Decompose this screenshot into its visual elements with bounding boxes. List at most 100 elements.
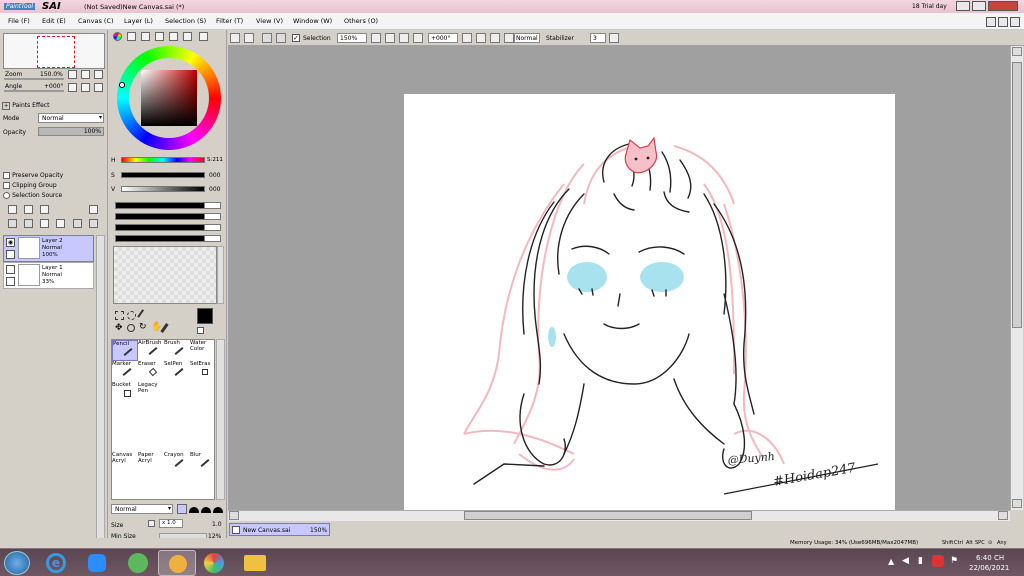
volume-icon[interactable]: ◀	[902, 556, 909, 566]
rotate-left-button[interactable]	[68, 83, 77, 92]
close-button[interactable]	[988, 1, 1018, 11]
doc-minimize-button[interactable]	[986, 17, 996, 27]
brush-shape-flat[interactable]	[177, 504, 187, 514]
palette-mode-icon[interactable]	[155, 32, 164, 41]
show-hidden-icons-icon[interactable]: ▲	[888, 557, 894, 566]
tool-selpen[interactable]: SelPen	[164, 361, 190, 382]
file-explorer-icon[interactable]	[244, 555, 266, 571]
tool-paper-acryl[interactable]: Paper Acryl	[138, 452, 164, 473]
zoom-app-icon[interactable]	[88, 554, 106, 572]
vertical-scroll-thumb[interactable]	[1012, 62, 1022, 328]
angle-slider[interactable]	[4, 90, 64, 92]
horizontal-scroll-thumb[interactable]	[464, 511, 752, 520]
flip-icon[interactable]	[504, 33, 514, 43]
stabilizer-select[interactable]: 3	[590, 33, 606, 43]
toolbar-zoom-select[interactable]: 150%	[337, 33, 367, 43]
toolbar-mode-select[interactable]: Normal	[514, 33, 540, 43]
clipping-group-checkbox[interactable]: Clipping Group	[3, 181, 103, 190]
rotate-left-toolbar-icon[interactable]	[462, 33, 472, 43]
menu-others[interactable]: Others (O)	[344, 17, 378, 25]
brush-shape-round-1[interactable]	[189, 507, 199, 513]
magic-wand-icon[interactable]	[137, 309, 150, 322]
hue-slider[interactable]	[121, 157, 205, 163]
paints-effect-header[interactable]: + Paints Effect	[2, 101, 106, 110]
clock-date[interactable]: 22/06/2021	[969, 564, 1009, 572]
tool-pencil[interactable]: Pencil	[112, 340, 138, 361]
layer-opacity-slider[interactable]: 100%	[38, 127, 104, 136]
tool-legacy-pen[interactable]: Legacy Pen	[138, 382, 164, 403]
brush-shape-round-2[interactable]	[201, 507, 211, 513]
move-icon[interactable]: ✥	[115, 324, 123, 333]
toolbar-angle-select[interactable]: +000°	[428, 33, 458, 43]
scroll-down-arrow[interactable]	[1012, 499, 1022, 508]
eye-icon[interactable]: ◉	[6, 238, 15, 247]
saturation-value-square[interactable]	[141, 70, 197, 126]
drawing-canvas[interactable]: @Duynh #Hoidap247	[404, 94, 895, 510]
layer-list-empty-area[interactable]	[3, 290, 94, 546]
zoom-reset-button[interactable]	[94, 70, 103, 79]
zoom-fit-toolbar-icon[interactable]	[399, 33, 409, 43]
primary-color-swatch[interactable]	[197, 308, 213, 324]
zoom-out-button[interactable]	[68, 70, 77, 79]
menu-view[interactable]: View (V)	[256, 17, 283, 25]
rotate-right-button[interactable]	[81, 83, 90, 92]
size-multiplier-select[interactable]: x 1.0	[159, 519, 183, 528]
painttool-sai-taskbar-icon[interactable]	[158, 550, 196, 576]
scroll-up-arrow[interactable]	[1012, 47, 1022, 56]
visibility-toggle[interactable]	[6, 265, 15, 274]
new-linework-layer-icon[interactable]	[24, 205, 33, 214]
scroll-left-arrow[interactable]	[229, 511, 239, 520]
gradient-slider-4[interactable]	[115, 235, 221, 242]
tool-blur[interactable]: Blur	[190, 452, 216, 473]
undo-icon[interactable]	[230, 33, 240, 43]
menu-file[interactable]: File (F)	[8, 17, 30, 25]
tool-watercolor[interactable]: Water Color	[190, 340, 216, 361]
menu-layer[interactable]: Layer (L)	[124, 17, 153, 25]
clock-time[interactable]: 6:40 CH	[976, 554, 1004, 562]
tool-marker[interactable]: Marker	[112, 361, 138, 382]
show-selection-checkbox[interactable]: ✓	[292, 34, 300, 42]
zoom-out-toolbar-icon[interactable]	[371, 33, 381, 43]
hue-cursor[interactable]	[119, 82, 125, 88]
tool-brush[interactable]: Brush	[164, 340, 190, 361]
tool-seleras[interactable]: SelEras	[190, 361, 216, 382]
blend-mode-select[interactable]: Normal ▾	[111, 504, 173, 514]
zoom-icon[interactable]	[127, 324, 135, 332]
minimize-button[interactable]	[956, 1, 970, 11]
paint-app-icon[interactable]	[204, 553, 224, 573]
gradient-slider-1[interactable]	[115, 202, 221, 209]
canvas-tab[interactable]: New Canvas.sai 150%	[229, 523, 330, 536]
doc-restore-button[interactable]	[998, 17, 1008, 27]
redo-icon[interactable]	[244, 33, 254, 43]
brush-shape-round-3[interactable]	[213, 507, 223, 513]
doc-close-button[interactable]	[1010, 17, 1020, 27]
vivaldi-tray-icon[interactable]	[932, 555, 944, 567]
tool-bucket[interactable]: Bucket	[112, 382, 138, 403]
merge-down-icon[interactable]	[24, 219, 33, 228]
rotate-right-toolbar-icon[interactable]	[476, 33, 486, 43]
internet-explorer-icon[interactable]: e	[46, 553, 66, 573]
copy-layer-icon[interactable]	[8, 219, 17, 228]
layer-scrollbar[interactable]	[96, 235, 105, 546]
layer-mode-select[interactable]: Normal ▾	[38, 113, 104, 123]
zoom-slider[interactable]	[4, 78, 64, 80]
tool-eraser[interactable]: Eraser	[138, 361, 164, 382]
scratch-pad-scrollbar[interactable]	[217, 246, 224, 304]
swatches-mode-icon[interactable]	[169, 32, 178, 41]
transparent-color-swatch[interactable]	[197, 327, 204, 334]
navigator-preview[interactable]	[3, 33, 105, 69]
layer-settings-icon[interactable]	[89, 205, 98, 214]
canvas-area[interactable]: @Duynh #Hoidap247	[228, 46, 1010, 510]
new-layer-icon[interactable]	[8, 205, 17, 214]
new-folder-icon[interactable]	[40, 205, 49, 214]
menu-window[interactable]: Window (W)	[293, 17, 332, 25]
color-palette-mode-icon[interactable]	[199, 32, 208, 41]
menu-canvas[interactable]: Canvas (C)	[78, 17, 114, 25]
rotate-reset-toolbar-icon[interactable]	[490, 33, 500, 43]
flag-tray-icon[interactable]: ⚑	[950, 556, 958, 566]
deselect-icon[interactable]	[262, 33, 272, 43]
start-button[interactable]	[4, 551, 30, 575]
layer-row[interactable]: Layer 1 Normal 33%	[3, 262, 94, 289]
menu-filter[interactable]: Filter (T)	[216, 17, 243, 25]
zoom-in-button[interactable]	[81, 70, 90, 79]
